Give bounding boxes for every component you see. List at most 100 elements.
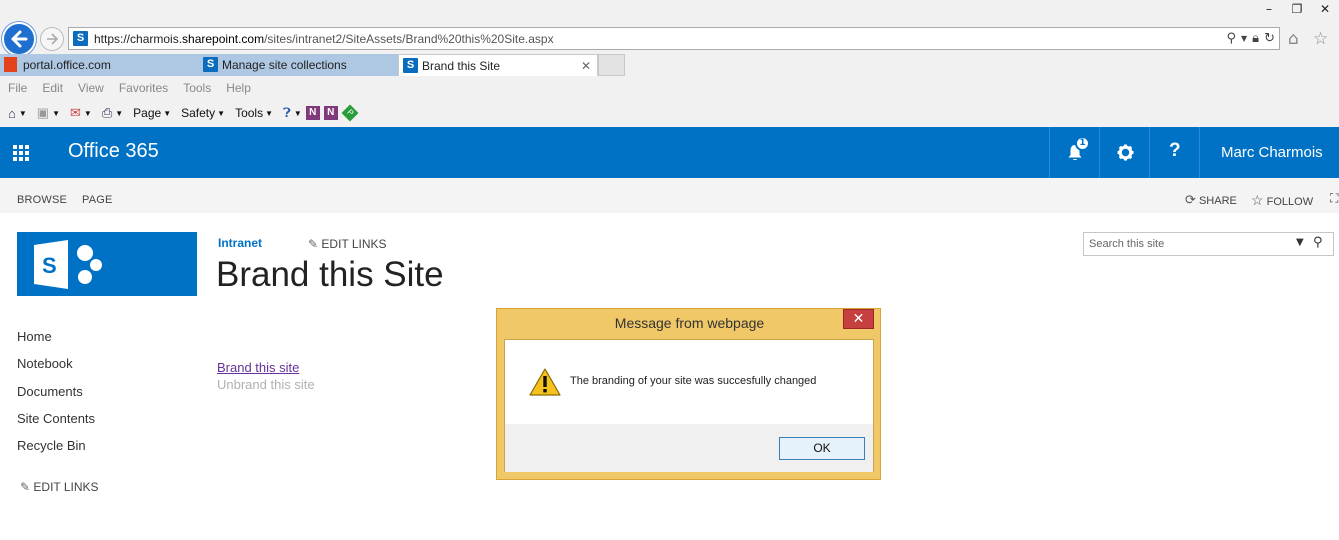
search-placeholder: Search this site <box>1089 238 1165 250</box>
user-account-button[interactable]: Marc Charmois <box>1199 127 1339 178</box>
office-365-brand[interactable]: Office 365 <box>68 140 159 163</box>
menu-view[interactable]: View <box>78 81 104 95</box>
chevron-down-icon[interactable]: ▼ <box>115 109 123 118</box>
rss-feed-icon[interactable]: ▣ <box>37 105 49 121</box>
focus-content-icon[interactable]: ⛶ <box>1330 191 1338 206</box>
search-scope-chevron-icon[interactable]: ▼ <box>1296 237 1304 248</box>
tab-brand-this-site[interactable]: S Brand this Site ✕ <box>398 54 598 76</box>
tab-close-icon[interactable]: ✕ <box>581 55 591 77</box>
menu-edit[interactable]: Edit <box>42 81 63 95</box>
arrow-right-icon <box>47 33 59 45</box>
addon-green-icon[interactable]: P <box>341 104 359 122</box>
help-icon[interactable]: ❓︎ <box>283 105 291 121</box>
site-logo[interactable]: S <box>17 232 197 296</box>
notification-count-badge: 1 <box>1075 136 1090 151</box>
home-icon[interactable]: ⌂ <box>1288 29 1299 49</box>
nav-item-notebook[interactable]: Notebook <box>17 356 73 371</box>
address-bar[interactable]: S https://charmois.sharepoint.com/sites/… <box>68 27 1280 50</box>
onenote-linked-icon[interactable]: N <box>323 106 338 120</box>
dialog-body: The branding of your site was succesfull… <box>504 339 874 472</box>
edit-links-left-button[interactable]: ✎ EDIT LINKS <box>20 480 99 494</box>
window-controls: – ❐ ✕ <box>1255 0 1339 18</box>
help-button[interactable]: ? <box>1149 127 1199 178</box>
tab-label: Brand this Site <box>422 59 501 73</box>
nav-item-recycle-bin[interactable]: Recycle Bin <box>17 438 86 453</box>
refresh-icon[interactable]: ↻ <box>1264 31 1275 47</box>
edit-links-label: EDIT LINKS <box>321 237 387 251</box>
tab-strip: portal.office.com S Manage site collecti… <box>0 54 630 76</box>
minimize-button[interactable]: – <box>1255 0 1283 18</box>
follow-button[interactable]: ☆ FOLLOW <box>1251 192 1313 209</box>
dialog-close-button[interactable]: ✕ <box>843 309 874 329</box>
page-menu[interactable]: Page <box>133 106 161 120</box>
nav-item-site-contents[interactable]: Site Contents <box>17 411 95 426</box>
menu-bar: File Edit View Favorites Tools Help <box>8 81 266 95</box>
pencil-icon: ✎ <box>308 237 319 251</box>
menu-favorites[interactable]: Favorites <box>119 81 168 95</box>
new-tab-button[interactable] <box>598 54 625 76</box>
forward-button[interactable] <box>40 27 64 51</box>
url-prefix: https://charmois. <box>94 32 183 46</box>
back-button[interactable] <box>2 22 36 56</box>
command-bar: ⌂ ▼ ▣ ▼ ✉ ▼ ⎙ ▼ Page ▼ Safety ▼ Tools ▼ ❓︎ ▼ N N… <box>8 104 359 122</box>
follow-label: FOLLOW <box>1266 196 1314 208</box>
safety-menu[interactable]: Safety <box>181 106 215 120</box>
address-url[interactable]: https://charmois.sharepoint.com/sites/in… <box>94 32 554 46</box>
chevron-down-icon[interactable]: ▼ <box>163 109 171 118</box>
share-icon: ⟳ <box>1185 192 1196 207</box>
home-icon[interactable]: ⌂ <box>8 106 16 121</box>
tab-manage-site-collections[interactable]: S Manage site collections <box>199 54 398 76</box>
gear-icon <box>1117 144 1134 161</box>
url-domain: sharepoint.com <box>182 32 265 46</box>
site-title-link[interactable]: Intranet <box>218 236 262 250</box>
search-icon[interactable]: ⚲ <box>1313 235 1323 250</box>
share-button[interactable]: ⟳ SHARE <box>1185 192 1237 208</box>
print-icon[interactable]: ⎙ <box>102 105 112 121</box>
menu-help[interactable]: Help <box>226 81 251 95</box>
tab-label: Manage site collections <box>222 58 347 72</box>
tab-label: portal.office.com <box>23 58 111 72</box>
onenote-icon[interactable]: N <box>305 106 320 120</box>
star-icon: ☆ <box>1251 192 1264 208</box>
share-label: SHARE <box>1198 195 1237 207</box>
sharepoint-favicon-icon: S <box>203 57 218 72</box>
favorites-star-icon[interactable]: ☆ <box>1313 29 1328 49</box>
menu-tools[interactable]: Tools <box>183 81 211 95</box>
settings-button[interactable] <box>1099 127 1149 178</box>
sharepoint-favicon-icon: S <box>403 58 418 73</box>
office-logo-icon <box>4 57 17 72</box>
mail-icon[interactable]: ✉ <box>70 105 81 121</box>
tab-browse[interactable]: BROWSE <box>17 194 67 206</box>
search-icon[interactable]: ⚲ <box>1226 31 1236 47</box>
chevron-down-icon[interactable]: ▼ <box>217 109 225 118</box>
edit-links-top-button[interactable]: ✎ EDIT LINKS <box>308 237 387 251</box>
notifications-button[interactable]: 1 <box>1049 127 1099 178</box>
suite-bar: Office 365 1 ? Marc Charmois <box>0 127 1339 178</box>
chevron-down-icon[interactable]: ▼ <box>52 109 60 118</box>
dialog-title: Message from webpage <box>614 315 765 331</box>
ok-button[interactable]: OK <box>779 437 865 460</box>
app-launcher-button[interactable] <box>0 127 44 178</box>
restore-button[interactable]: ❐ <box>1283 0 1311 18</box>
dialog-message: The branding of your site was succesfull… <box>570 375 817 387</box>
lock-icon[interactable]: 🔒︎ <box>1252 31 1259 47</box>
chevron-down-icon[interactable]: ▼ <box>294 109 302 118</box>
menu-file[interactable]: File <box>8 81 27 95</box>
chevron-down-icon[interactable]: ▼ <box>19 109 27 118</box>
tab-portal[interactable]: portal.office.com <box>0 54 199 76</box>
tools-menu[interactable]: Tools <box>235 106 263 120</box>
chevron-down-icon[interactable]: ▼ <box>84 109 92 118</box>
nav-item-home[interactable]: Home <box>17 329 52 344</box>
chevron-down-icon[interactable]: ▼ <box>265 109 273 118</box>
nav-item-documents[interactable]: Documents <box>17 384 83 399</box>
page-title: Brand this Site <box>216 255 444 294</box>
pencil-icon: ✎ <box>20 480 31 494</box>
tab-page[interactable]: PAGE <box>82 194 113 206</box>
edit-links-label: EDIT LINKS <box>33 480 99 494</box>
brand-this-site-link[interactable]: Brand this site <box>217 360 299 375</box>
dialog-footer: OK <box>505 424 873 472</box>
search-input[interactable]: Search this site ▼ ⚲ <box>1083 232 1334 256</box>
dropdown-icon[interactable]: ▼ <box>1241 31 1247 47</box>
close-window-button[interactable]: ✕ <box>1311 0 1339 18</box>
question-mark-icon: ? <box>1169 140 1181 161</box>
